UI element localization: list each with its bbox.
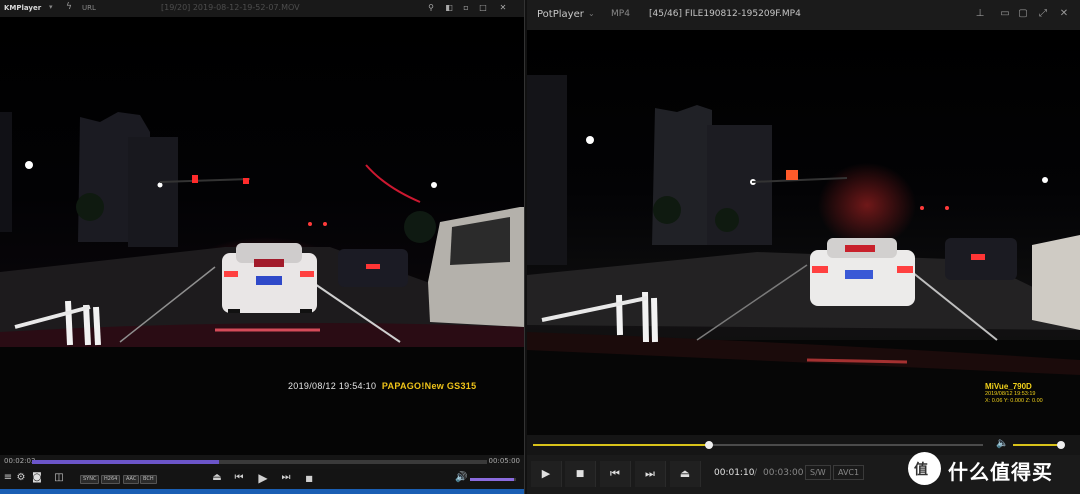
current-time: 00:02:03 bbox=[4, 457, 36, 465]
format-label: MP4 bbox=[611, 9, 630, 19]
osd-timestamp: 2019/08/12 19:53:19 bbox=[985, 391, 1036, 397]
stop-icon[interactable]: ■ bbox=[302, 474, 316, 483]
vr-icon[interactable]: ◫ bbox=[52, 472, 66, 483]
tag-aac: AAC bbox=[123, 475, 140, 484]
seek-row: 00:02:03 00:05:00 bbox=[0, 455, 524, 469]
play-button[interactable]: ▶ bbox=[531, 461, 562, 487]
volume-level bbox=[470, 478, 514, 481]
stop-button[interactable]: ■ bbox=[565, 461, 596, 487]
codec-badge[interactable]: AVC1 bbox=[833, 465, 865, 480]
play-icon[interactable]: ▶ bbox=[256, 471, 270, 485]
pin-icon[interactable]: ⚲ bbox=[425, 3, 437, 12]
tag-sync: SYNC bbox=[80, 475, 100, 484]
seek-handle[interactable] bbox=[704, 441, 713, 449]
maximize-icon[interactable]: □ bbox=[477, 3, 489, 12]
subtitle-icon[interactable]: ◙ bbox=[30, 472, 44, 483]
video-frame[interactable]: MiVue_790D 2019/08/12 19:53:19 X: 0.06 Y… bbox=[527, 30, 1080, 435]
volume-icon[interactable]: 🔈 bbox=[996, 438, 1008, 449]
osd-brand: PAPAGO!New GS315 bbox=[381, 381, 477, 391]
volume-slider[interactable] bbox=[470, 478, 516, 481]
total-time: 00:03:00 bbox=[763, 468, 804, 478]
close-icon[interactable]: ✕ bbox=[1057, 8, 1071, 19]
tag-h264: H264 bbox=[101, 475, 121, 484]
watermark-logo-icon: 值 bbox=[908, 452, 941, 485]
seek-bar[interactable] bbox=[32, 460, 487, 464]
watermark-text: 什么值得买 bbox=[948, 460, 1053, 484]
prev-icon[interactable]: ⏮ bbox=[232, 472, 246, 483]
window-title: [45/46] FILE190812-195209F.MP4 bbox=[649, 9, 801, 19]
video-frame[interactable]: 2019/08/12 19:54:10 PAPAGO!New GS315 bbox=[0, 17, 524, 455]
fullscreen-icon[interactable]: ⤢ bbox=[1036, 8, 1050, 19]
watermark-glyph: 值 bbox=[914, 462, 928, 478]
tag-bch: BCH bbox=[140, 475, 157, 484]
control-bar: ≡ ⚙ ◙ ◫ SYNC H264 AAC BCH ⏏ ⏮ ▶ ⏭ ■ 🔊 bbox=[0, 469, 524, 489]
time-separator: / bbox=[754, 468, 758, 478]
volume-slider[interactable] bbox=[1013, 441, 1065, 449]
osd-gsensor: X: 0.06 Y: 0.000 Z: 0.00 bbox=[985, 398, 1043, 404]
minimize-icon[interactable]: ▭ bbox=[998, 8, 1012, 19]
volume-level bbox=[1013, 444, 1061, 446]
volume-handle[interactable] bbox=[1056, 441, 1065, 449]
dashcam-osd: 2019/08/12 19:54:10 PAPAGO!New GS315 bbox=[288, 381, 476, 391]
kmplayer-window: KMPlayer ▾ ϟ URL [19/20] 2019-08-12-19-5… bbox=[0, 0, 525, 494]
osd-timestamp: 2019/08/12 19:54:10 bbox=[288, 381, 377, 391]
kmplayer-menu-dropdown-icon[interactable]: ▾ bbox=[49, 3, 53, 11]
kmplayer-titlebar: KMPlayer ▾ ϟ URL [19/20] 2019-08-12-19-5… bbox=[0, 0, 524, 17]
url-button[interactable]: URL bbox=[82, 4, 96, 12]
restore-icon[interactable]: ▢ bbox=[1016, 8, 1030, 19]
potplayer-menu-dropdown-icon[interactable]: ⌄ bbox=[588, 9, 595, 18]
kmplayer-logo[interactable]: KMPlayer bbox=[4, 4, 41, 12]
next-icon[interactable]: ⏭ bbox=[279, 472, 293, 483]
prev-button[interactable]: ⏮ bbox=[600, 461, 631, 487]
potplayer-window: PotPlayer ⌄ MP4 [45/46] FILE190812-19520… bbox=[527, 0, 1080, 494]
dashcam-osd: MiVue_790D 2019/08/12 19:53:19 X: 0.06 Y… bbox=[985, 382, 1043, 405]
minimize-icon[interactable]: ▫ bbox=[460, 3, 472, 12]
potplayer-logo[interactable]: PotPlayer bbox=[537, 9, 584, 20]
settings-icon[interactable]: ⚙ bbox=[14, 472, 28, 483]
eject-button[interactable]: ⏏ bbox=[670, 461, 701, 487]
close-icon[interactable]: ✕ bbox=[497, 3, 509, 12]
seek-progress bbox=[533, 444, 709, 446]
menu-icon[interactable]: ≡ bbox=[1, 472, 15, 483]
taskbar-strip bbox=[0, 489, 524, 494]
site-watermark: 值 什么值得买 bbox=[908, 452, 1074, 486]
compact-mode-icon[interactable]: ◧ bbox=[443, 3, 455, 12]
window-title: [19/20] 2019-08-12-19-52-07.MOV bbox=[161, 3, 300, 12]
total-time: 00:05:00 bbox=[488, 457, 520, 465]
pin-icon[interactable]: ⊥ bbox=[973, 8, 987, 19]
seek-progress bbox=[32, 460, 219, 464]
potplayer-titlebar: PotPlayer ⌄ MP4 [45/46] FILE190812-19520… bbox=[527, 0, 1080, 30]
current-time: 00:01:10 bbox=[714, 468, 755, 478]
eject-icon[interactable]: ⏏ bbox=[210, 472, 224, 483]
seek-bar[interactable] bbox=[533, 441, 983, 449]
renderer-badge[interactable]: S/W bbox=[805, 465, 831, 480]
osd-brand: MiVue_790D bbox=[985, 382, 1032, 391]
night-street-scene bbox=[527, 75, 1080, 435]
next-button[interactable]: ⏭ bbox=[635, 461, 666, 487]
volume-icon[interactable]: 🔊 bbox=[455, 472, 467, 483]
bolt-icon[interactable]: ϟ bbox=[66, 2, 72, 12]
